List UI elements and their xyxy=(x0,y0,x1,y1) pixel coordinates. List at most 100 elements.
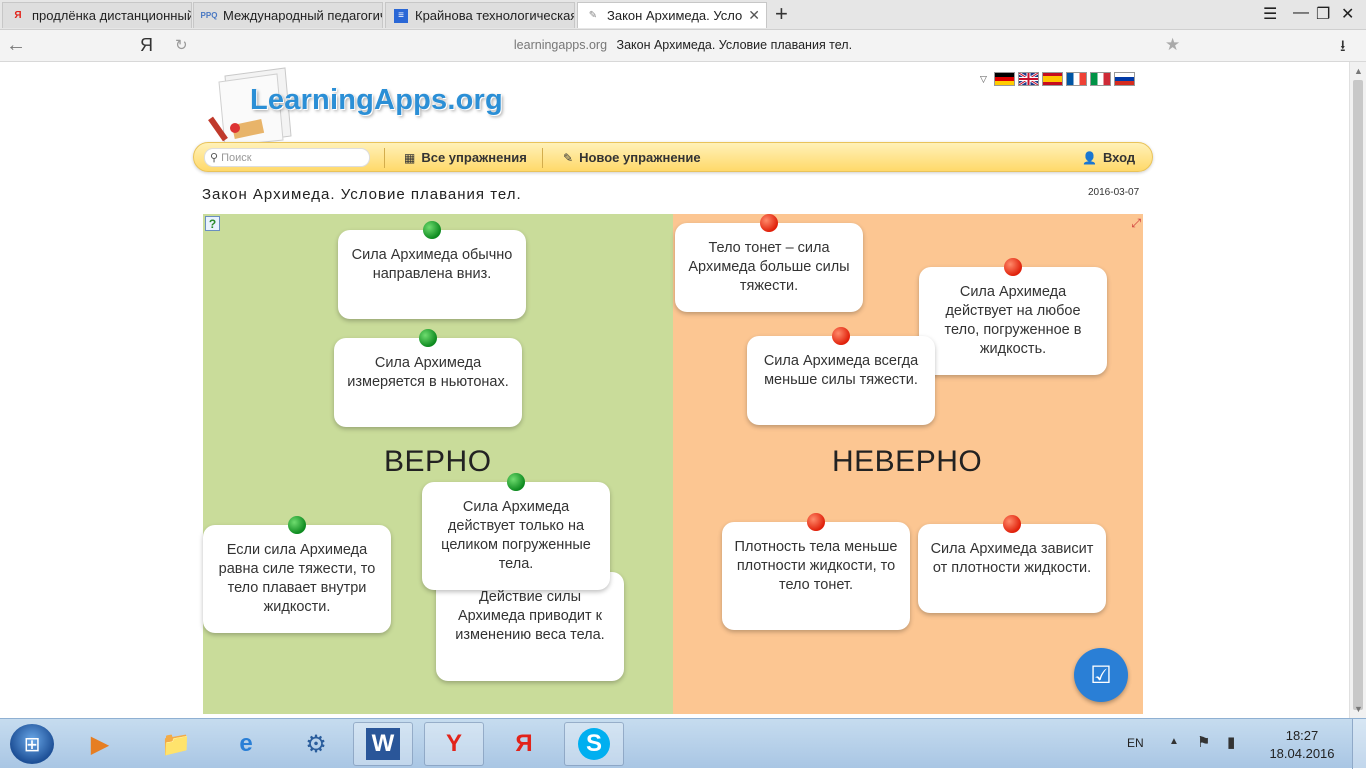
red-pin-icon xyxy=(760,214,778,232)
statement-card[interactable]: Сила Архимеда измеряется в ньютонах. xyxy=(334,329,522,427)
close-window-icon[interactable]: ✕ xyxy=(1341,4,1354,24)
flag-ru-icon[interactable] xyxy=(1113,72,1135,86)
grid-icon: ▦ xyxy=(404,150,416,165)
statement-text: Тело тонет – сила Архимеда больше силы т… xyxy=(688,240,850,294)
browser-tab-label: Закон Архимеда. Услови xyxy=(607,8,742,23)
system-clock[interactable]: 18:27 18.04.2016 xyxy=(1262,727,1342,763)
statement-card[interactable]: Плотность тела меньше плотности жидкости… xyxy=(722,513,910,630)
statement-text: Сила Архимеда всегда меньше силы тяжести… xyxy=(763,353,919,388)
statement-card[interactable]: Тело тонет – сила Архимеда больше силы т… xyxy=(675,214,863,312)
browser-tab-label: Международный педагогиче xyxy=(223,8,382,23)
nav-divider xyxy=(384,148,385,168)
yandex-favicon-icon: Я xyxy=(14,10,22,21)
green-pin-icon xyxy=(423,221,441,239)
bookmark-star-icon[interactable]: ★ xyxy=(1165,35,1180,55)
fullscreen-icon[interactable]: ⤢ xyxy=(1131,216,1141,231)
flag-en-icon[interactable] xyxy=(1017,72,1039,86)
red-pin-icon xyxy=(832,327,850,345)
download-icon[interactable]: ⭳ xyxy=(1340,35,1346,62)
flag-de-icon[interactable] xyxy=(993,72,1015,86)
flag-es-icon[interactable] xyxy=(1041,72,1063,86)
tray-expand-icon[interactable]: ▲ xyxy=(1169,736,1179,747)
language-selector: ▽ xyxy=(980,72,1135,86)
exercise-title: Закон Архимеда. Условие плавания тел. xyxy=(202,186,522,203)
new-tab-button[interactable]: + xyxy=(775,3,788,25)
clock-time: 18:27 xyxy=(1285,728,1319,743)
flag-it-icon[interactable] xyxy=(1089,72,1111,86)
pencil-icon: ✎ xyxy=(563,150,574,165)
browser-tab[interactable]: Я продлёнка дистанционный с xyxy=(2,2,192,28)
web-page: LearningApps.org ▽ ⚲ Поиск ▦ Все упражне… xyxy=(0,62,1366,718)
statement-text: Сила Архимеда обычно направлена вниз. xyxy=(351,247,513,282)
statement-card[interactable]: Сила Архимеда действует только на целико… xyxy=(422,473,610,590)
login-link[interactable]: 👤 Вход xyxy=(1082,150,1135,165)
new-exercise-link[interactable]: ✎ Новое упражнение xyxy=(563,150,701,165)
statement-card[interactable]: Если сила Архимеда равна силе тяжести, т… xyxy=(203,516,391,633)
browser-tab-label: Крайнова технологическая к xyxy=(415,8,574,23)
browser-tab-bar: Я продлёнка дистанционный с PPQ Междунар… xyxy=(0,0,1366,30)
yandex-browser-icon[interactable]: Y xyxy=(424,722,484,766)
statement-card[interactable]: Сила Архимеда обычно направлена вниз. xyxy=(338,221,526,319)
statement-card[interactable]: Сила Архимеда действует на любое тело, п… xyxy=(919,258,1107,375)
docs-favicon-icon: ≡ xyxy=(394,8,408,23)
page-scrollbar[interactable]: ▲ ▼ xyxy=(1349,62,1366,718)
url-field[interactable]: learningapps.org Закон Архимеда. Условие… xyxy=(0,38,1366,52)
windows-logo-icon: ⊞ xyxy=(23,733,41,756)
internet-explorer-icon[interactable]: e xyxy=(216,722,276,766)
zone-false-label: НЕВЕРНО xyxy=(832,445,983,478)
control-panel-icon[interactable]: ⚙ xyxy=(286,722,346,766)
windows-taskbar: ⊞ ▶ 📁 e ⚙ W Y Я S EN ▲ ⚑ ▮ 18:27 18.04.2… xyxy=(0,718,1366,769)
file-explorer-icon[interactable]: 📁 xyxy=(146,722,206,766)
main-navigation: ⚲ Поиск ▦ Все упражнения ✎ Новое упражне… xyxy=(193,142,1153,172)
browser-tab-label: продлёнка дистанционный с xyxy=(32,8,191,23)
scroll-up-icon[interactable]: ▲ xyxy=(1354,66,1363,76)
language-indicator[interactable]: EN xyxy=(1127,736,1144,750)
help-icon[interactable]: ? xyxy=(205,216,220,231)
search-placeholder: Поиск xyxy=(221,151,252,164)
all-exercises-link[interactable]: ▦ Все упражнения xyxy=(404,150,527,165)
ppq-favicon-icon: PPQ xyxy=(200,11,218,20)
zone-true-label: ВЕРНО xyxy=(384,445,492,478)
restore-icon[interactable]: ❐ xyxy=(1316,4,1330,24)
skype-icon[interactable]: S xyxy=(564,722,624,766)
browser-tab[interactable]: ≡ Крайнова технологическая к xyxy=(385,2,575,28)
login-label: Вход xyxy=(1102,150,1136,165)
url-page-title: Закон Архимеда. Условие плавания тел. xyxy=(616,38,853,52)
yandex-icon[interactable]: Я xyxy=(494,722,554,766)
statement-text: Действие силы Архимеда приводит к измене… xyxy=(455,589,605,643)
statement-card[interactable]: Сила Архимеда зависит от плотности жидко… xyxy=(918,515,1106,613)
red-pin-icon xyxy=(807,513,825,531)
search-icon: ⚲ xyxy=(210,152,219,164)
checkmark-icon: ☑ xyxy=(1090,661,1112,689)
site-logo[interactable]: LearningApps.org xyxy=(250,84,503,117)
browser-tab-active[interactable]: ✎ Закон Архимеда. Услови ✕ xyxy=(577,2,767,28)
show-desktop-button[interactable] xyxy=(1352,719,1366,769)
scrollbar-thumb[interactable] xyxy=(1353,80,1363,710)
green-pin-icon xyxy=(288,516,306,534)
green-pin-icon xyxy=(507,473,525,491)
start-button[interactable]: ⊞ xyxy=(10,724,54,764)
language-dropdown-arrow-icon[interactable]: ▽ xyxy=(980,74,987,85)
media-player-icon[interactable]: ▶ xyxy=(70,722,130,766)
statement-text: Плотность тела меньше плотности жидкости… xyxy=(734,539,898,593)
new-exercise-label: Новое упражнение xyxy=(579,150,701,165)
url-domain: learningapps.org xyxy=(513,38,608,52)
minimize-icon[interactable]: — xyxy=(1293,4,1309,22)
statement-card[interactable]: Сила Архимеда всегда меньше силы тяжести… xyxy=(747,327,935,425)
network-icon[interactable]: ▮ xyxy=(1227,733,1235,751)
all-exercises-label: Все упражнения xyxy=(421,150,527,165)
action-center-flag-icon[interactable]: ⚑ xyxy=(1197,733,1210,751)
clock-date: 18.04.2016 xyxy=(1269,746,1335,761)
statement-text: Сила Архимеда измеряется в ньютонах. xyxy=(347,355,509,390)
menu-icon[interactable]: ☰ xyxy=(1263,4,1277,24)
word-icon[interactable]: W xyxy=(353,722,413,766)
close-tab-icon[interactable]: ✕ xyxy=(748,7,760,24)
check-answers-button[interactable]: ☑ xyxy=(1074,648,1128,702)
statement-text: Сила Архимеда действует на любое тело, п… xyxy=(944,284,1082,357)
statement-text: Сила Архимеда действует только на целико… xyxy=(441,499,591,572)
flag-fr-icon[interactable] xyxy=(1065,72,1087,86)
search-input[interactable]: ⚲ Поиск xyxy=(204,148,370,167)
browser-tab[interactable]: PPQ Международный педагогиче xyxy=(193,2,383,28)
scroll-down-icon[interactable]: ▼ xyxy=(1354,704,1363,714)
user-icon: 👤 xyxy=(1082,150,1097,165)
